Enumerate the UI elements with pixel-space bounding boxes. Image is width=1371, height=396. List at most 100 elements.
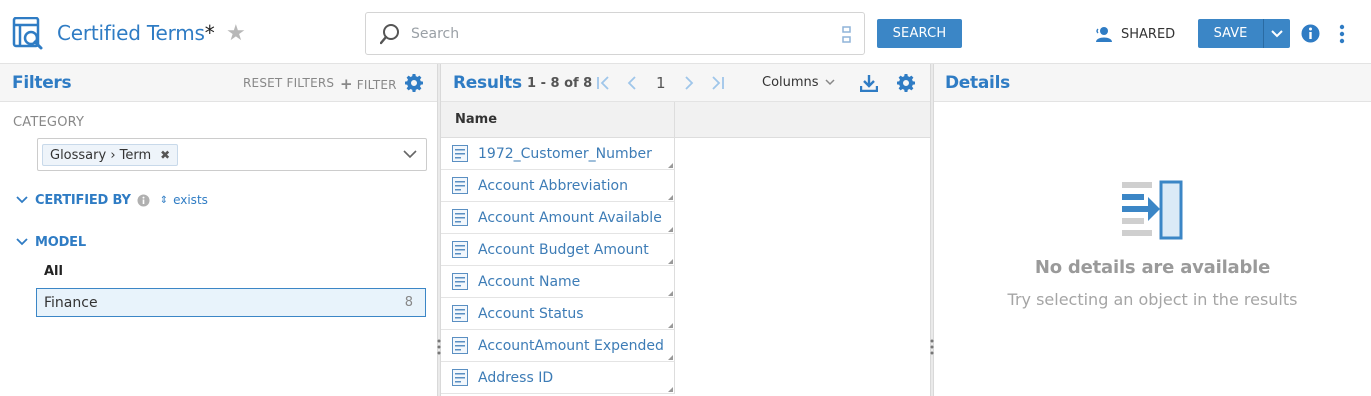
download-icon[interactable]: [860, 74, 878, 92]
row-name[interactable]: Account Amount Available: [478, 210, 662, 226]
certified-by-section[interactable]: CERTIFIED BY ⇕ exists: [16, 191, 208, 209]
cell-resize-handle-icon: [668, 163, 673, 168]
shared-label: SHARED: [1121, 26, 1176, 42]
model-option-finance[interactable]: Finance 8: [36, 288, 426, 317]
search-input[interactable]: [411, 23, 811, 45]
results-title: Results: [453, 73, 522, 93]
favorite-star-icon[interactable]: ★: [226, 23, 246, 45]
filters-title: Filters: [12, 73, 72, 93]
last-page-icon[interactable]: [709, 75, 725, 91]
term-document-icon: [452, 305, 468, 322]
results-header: Results 1 - 8 of 8 1 Columns: [441, 64, 930, 102]
certified-by-label: CERTIFIED BY: [35, 192, 131, 208]
details-title: Details: [945, 73, 1010, 93]
empty-state-subtitle: Try selecting an object in the results: [1007, 290, 1298, 309]
save-button[interactable]: SAVE: [1198, 19, 1263, 48]
info-icon[interactable]: [137, 194, 150, 207]
search-icon: [380, 24, 399, 45]
cell-resize-handle-icon: [668, 259, 673, 264]
row-name[interactable]: 1972_Customer_Number: [478, 146, 652, 162]
table-row[interactable]: Account Name: [441, 266, 675, 298]
cell-resize-handle-icon: [668, 227, 673, 232]
row-name[interactable]: Account Status: [478, 306, 584, 322]
remove-chip-icon[interactable]: ✖: [160, 148, 170, 162]
columns-dropdown[interactable]: Columns: [762, 75, 835, 90]
search-button[interactable]: SEARCH: [877, 19, 962, 48]
current-page[interactable]: 1: [656, 74, 666, 92]
save-button-group: SAVE: [1198, 19, 1290, 48]
chevron-down-icon: [16, 196, 28, 204]
model-option-count: 8: [404, 295, 413, 310]
reset-filters-button[interactable]: RESET FILTERS: [243, 76, 334, 90]
table-row[interactable]: Account Amount Available: [441, 202, 675, 234]
filters-panel: Filters RESET FILTERS + FILTER CATEGORY G…: [0, 64, 437, 396]
model-option-all[interactable]: All: [44, 264, 63, 279]
first-page-icon[interactable]: [596, 75, 612, 91]
model-option-name: Finance: [44, 295, 98, 311]
model-label: MODEL: [35, 234, 86, 250]
term-document-icon: [452, 337, 468, 354]
category-select[interactable]: Glossary › Term ✖: [37, 138, 427, 171]
column-header-name[interactable]: Name: [441, 102, 675, 138]
add-filter-button[interactable]: + FILTER: [340, 75, 397, 93]
cell-resize-handle-icon: [668, 355, 673, 360]
previous-page-icon[interactable]: [625, 75, 639, 91]
table-row[interactable]: 1972_Customer_Number: [441, 138, 675, 170]
shared-user-icon: [1096, 27, 1112, 42]
unsaved-marker: *: [204, 21, 215, 45]
details-panel-icon: [1122, 180, 1183, 240]
chevron-down-icon: [825, 79, 835, 86]
table-row[interactable]: Address ID: [441, 362, 675, 394]
term-document-icon: [452, 241, 468, 258]
cell-resize-handle-icon: [668, 323, 673, 328]
cell-resize-handle-icon: [668, 291, 673, 296]
column-header-label: Name: [455, 112, 498, 127]
chevron-down-icon: [1271, 29, 1283, 37]
results-panel: Results 1 - 8 of 8 1 Columns Name 1972_C…: [441, 64, 930, 396]
page-title: Certified Terms*: [57, 21, 215, 45]
term-document-icon: [452, 273, 468, 290]
table-row[interactable]: Account Status: [441, 298, 675, 330]
term-document-icon: [452, 209, 468, 226]
shared-button[interactable]: SHARED: [1095, 24, 1175, 44]
search-box: [365, 12, 865, 55]
search-options-icon[interactable]: [842, 26, 852, 44]
term-document-icon: [452, 369, 468, 386]
cell-resize-handle-icon: [668, 387, 673, 392]
details-panel: Details No details are available Try sel…: [934, 64, 1371, 396]
chevron-down-icon[interactable]: [403, 149, 417, 159]
plus-icon: +: [340, 75, 353, 93]
certified-by-value: exists: [173, 193, 208, 207]
table-row[interactable]: Account Budget Amount: [441, 234, 675, 266]
row-name[interactable]: Account Abbreviation: [478, 178, 628, 194]
search-page-icon: [12, 17, 43, 50]
more-options-icon[interactable]: [1337, 24, 1347, 44]
row-name[interactable]: AccountAmount Expended: [478, 338, 664, 354]
category-chip-label: Glossary › Term: [50, 147, 152, 163]
details-header: Details: [934, 64, 1371, 102]
table-row[interactable]: Account Abbreviation: [441, 170, 675, 202]
info-icon[interactable]: [1301, 24, 1320, 43]
chevron-down-icon: [16, 238, 28, 246]
results-grid-header: Name: [441, 102, 930, 138]
next-page-icon[interactable]: [682, 75, 696, 91]
page-title-text: Certified Terms: [57, 21, 205, 45]
gear-icon[interactable]: [405, 74, 423, 92]
save-options-button[interactable]: [1263, 19, 1290, 48]
columns-label: Columns: [762, 75, 819, 90]
cell-resize-handle-icon: [668, 195, 673, 200]
row-name[interactable]: Account Budget Amount: [478, 242, 649, 258]
results-rows: 1972_Customer_Number Account Abbreviatio…: [441, 138, 675, 394]
filters-header: Filters RESET FILTERS + FILTER: [0, 64, 437, 102]
category-chip: Glossary › Term ✖: [42, 144, 179, 166]
gear-icon[interactable]: [897, 74, 915, 92]
sort-updown-icon: ⇕: [159, 194, 169, 206]
model-section[interactable]: MODEL: [16, 233, 86, 251]
row-name[interactable]: Address ID: [478, 370, 553, 386]
term-document-icon: [452, 145, 468, 162]
table-row[interactable]: AccountAmount Expended: [441, 330, 675, 362]
certified-by-operator[interactable]: ⇕ exists: [160, 193, 208, 207]
term-document-icon: [452, 177, 468, 194]
row-name[interactable]: Account Name: [478, 274, 580, 290]
category-label: CATEGORY: [13, 115, 85, 130]
